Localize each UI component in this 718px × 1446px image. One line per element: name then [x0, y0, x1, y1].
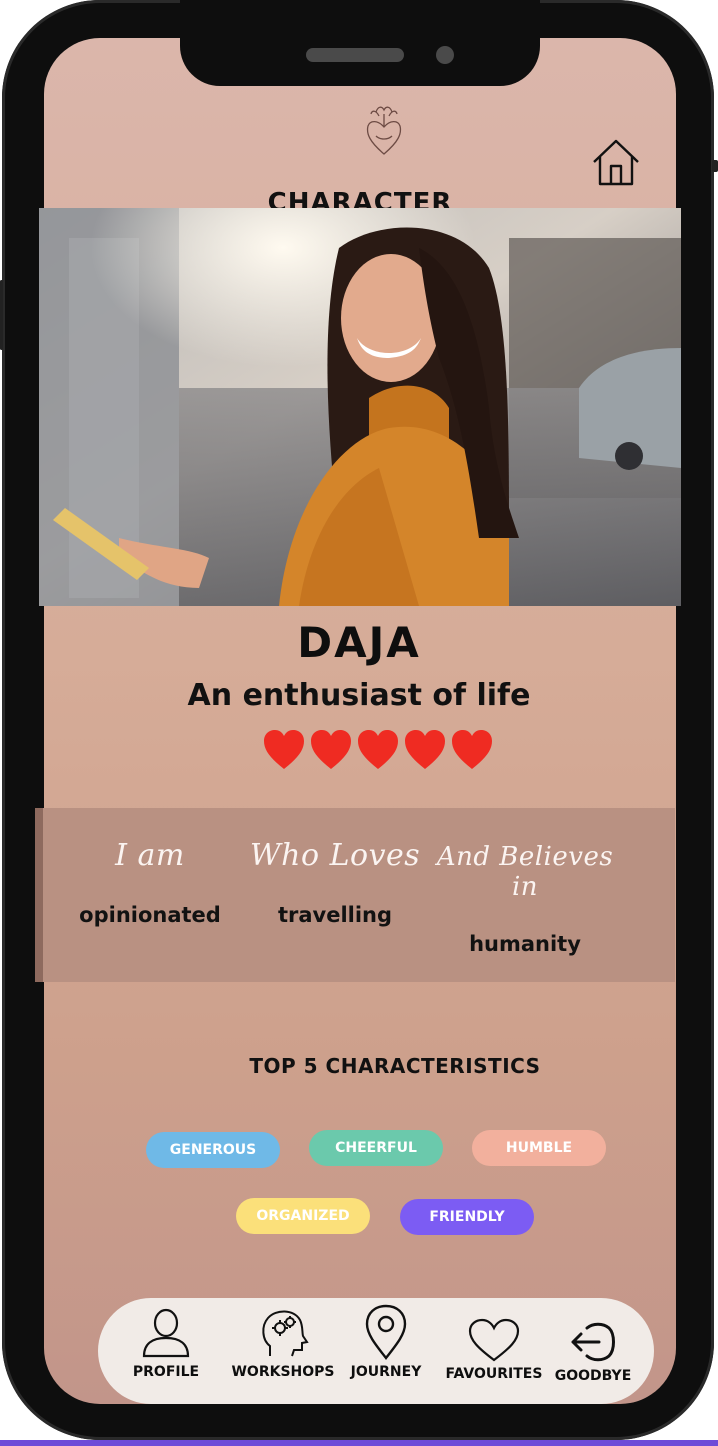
trait-heading: And Believes in	[436, 842, 614, 902]
nav-favourites[interactable]: FAVOURITES	[444, 1318, 544, 1382]
profile-name: DAJA	[297, 618, 421, 667]
front-camera	[436, 46, 454, 64]
nav-label: FAVOURITES	[445, 1366, 543, 1382]
trait-value: opinionated	[79, 903, 221, 927]
characteristics-title: TOP 5 CHARACTERISTICS	[249, 1054, 541, 1078]
rating-hearts	[262, 728, 502, 776]
rating-heart-icon	[311, 730, 351, 769]
rating-heart-icon	[452, 730, 492, 769]
nav-label: PROFILE	[132, 1364, 200, 1380]
notch	[180, 0, 540, 86]
trait-value: travelling	[277, 903, 393, 927]
trait-heading: I am	[115, 838, 185, 873]
bottom-strip	[0, 1440, 718, 1446]
nav-label: JOURNEY	[350, 1364, 422, 1380]
trait-heading: Who Loves	[249, 838, 421, 873]
characteristic-pill[interactable]: HUMBLE	[472, 1130, 606, 1166]
rating-heart-icon	[405, 730, 445, 769]
trait-who-loves: Who Loves travelling	[240, 838, 430, 927]
speaker	[306, 48, 404, 62]
traits-band-edge	[35, 808, 43, 982]
side-button	[712, 160, 718, 172]
heart-outline-icon	[468, 1318, 520, 1362]
rating-heart-icon	[264, 730, 304, 769]
nav-workshops[interactable]: WORKSHOPS	[228, 1306, 338, 1380]
volume-button	[0, 280, 3, 350]
trait-i-am: I am opinionated	[62, 838, 238, 927]
head-gears-icon	[262, 1310, 309, 1357]
nav-label: GOODBYE	[554, 1368, 632, 1384]
trait-believes-in: And Believes in humanity	[430, 842, 620, 956]
user-icon	[142, 1308, 190, 1358]
rating-heart-icon	[358, 730, 398, 769]
profile-tagline: An enthusiast of life	[187, 678, 531, 713]
profile-photo	[39, 208, 681, 606]
characteristic-pill[interactable]: CHEERFUL	[309, 1130, 443, 1166]
nav-journey[interactable]: JOURNEY	[348, 1304, 424, 1380]
nav-profile[interactable]: PROFILE	[128, 1306, 204, 1380]
characteristic-pill[interactable]: GENEROUS	[146, 1132, 280, 1168]
characteristic-pill[interactable]: ORGANIZED	[236, 1198, 370, 1234]
characteristic-pill[interactable]: FRIENDLY	[400, 1199, 534, 1235]
logout-icon	[571, 1322, 615, 1362]
nav-label: WORKSHOPS	[231, 1364, 335, 1380]
home-icon[interactable]	[592, 138, 640, 186]
trait-value: humanity	[469, 932, 581, 956]
heart-logo-icon	[362, 100, 406, 158]
map-pin-icon	[365, 1304, 407, 1360]
nav-goodbye[interactable]: GOODBYE	[552, 1320, 634, 1384]
